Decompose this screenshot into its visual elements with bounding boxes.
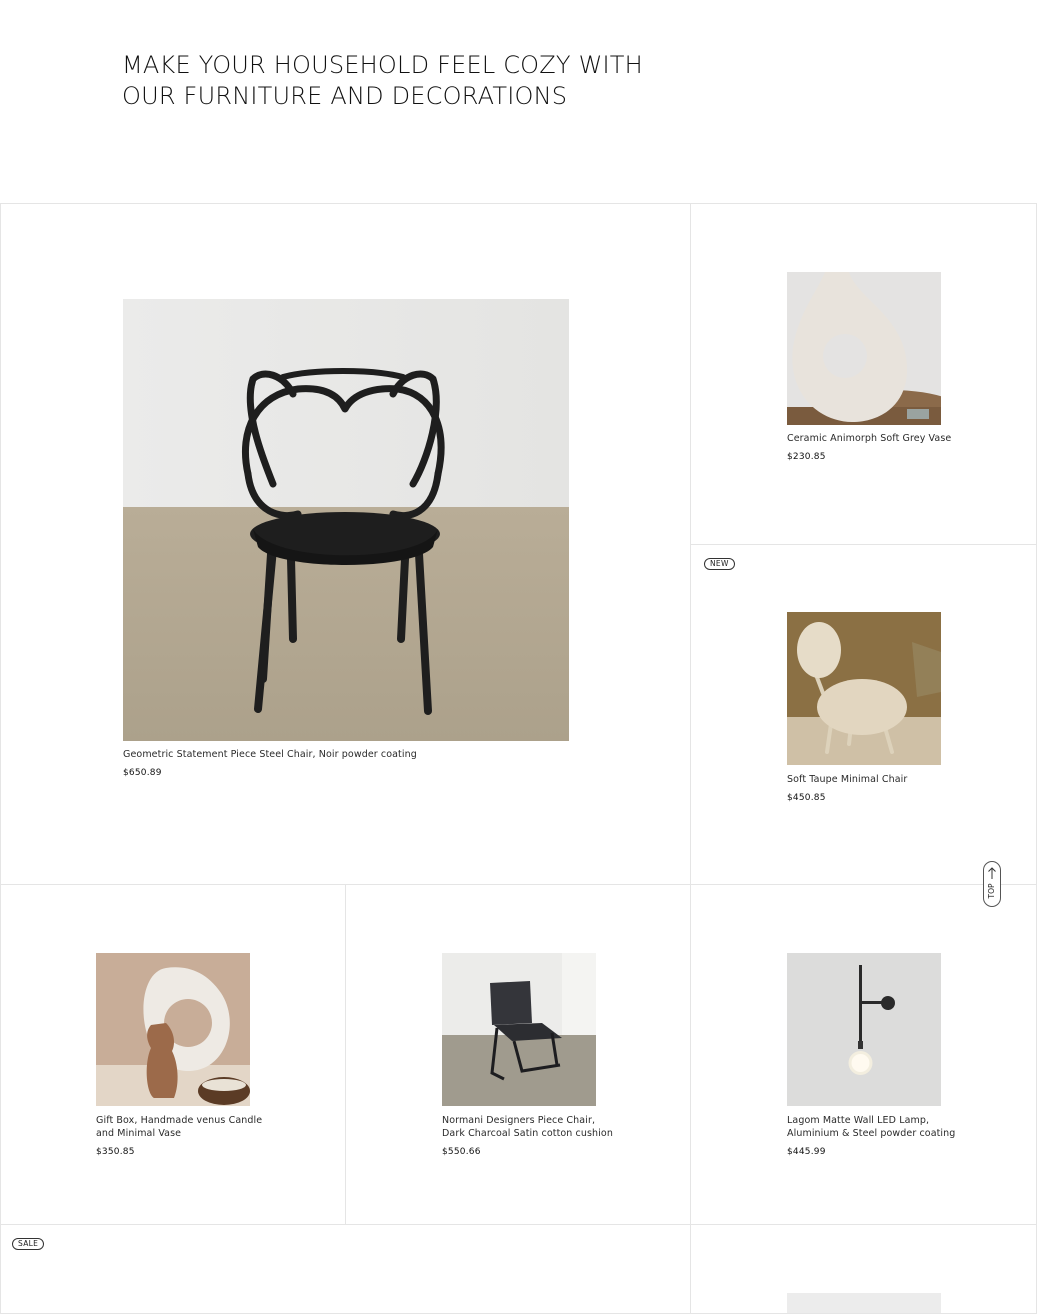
product-name[interactable]: Gift Box, Handmade venus Candle and Mini… [96, 1114, 316, 1140]
product-name[interactable]: Geometric Statement Piece Steel Chair, N… [123, 748, 563, 761]
product-card-taupe-chair[interactable]: NEW Soft Taupe Minimal Chair $450.85 [690, 544, 1037, 885]
product-name-line-2: Dark Charcoal Satin cotton cushion [442, 1128, 613, 1139]
product-name-line-1: Lagom Matte Wall LED Lamp, [787, 1115, 930, 1126]
product-grid: Geometric Statement Piece Steel Chair, N… [0, 0, 1037, 1314]
scroll-to-top-label: TOP [987, 883, 996, 899]
product-name-line-1: Gift Box, Handmade venus Candle [96, 1115, 263, 1126]
product-name[interactable]: Normani Designers Piece Chair, Dark Char… [442, 1114, 672, 1140]
new-badge: NEW [704, 558, 735, 570]
product-price: $450.85 [787, 793, 826, 803]
product-card-partial[interactable] [690, 1224, 1037, 1314]
product-image-wall-lamp[interactable] [787, 953, 941, 1106]
product-image-normani-chair[interactable] [442, 953, 596, 1106]
product-price: $350.85 [96, 1147, 135, 1157]
product-name-line-1: Normani Designers Piece Chair, [442, 1115, 596, 1126]
sale-badge: SALE [12, 1238, 45, 1250]
product-card-gift-box[interactable]: Gift Box, Handmade venus Candle and Mini… [0, 884, 346, 1225]
product-card-steel-chair[interactable]: Geometric Statement Piece Steel Chair, N… [0, 203, 691, 885]
product-card-vase[interactable]: Ceramic Animorph Soft Grey Vase $230.85 [690, 203, 1037, 545]
product-name[interactable]: Ceramic Animorph Soft Grey Vase [787, 432, 987, 445]
product-image-vase[interactable] [787, 272, 941, 425]
product-price: $550.66 [442, 1147, 481, 1157]
product-name[interactable]: Soft Taupe Minimal Chair [787, 773, 987, 786]
product-image-steel-chair[interactable] [123, 299, 569, 741]
product-price: $650.89 [123, 768, 162, 778]
product-price: $445.99 [787, 1147, 826, 1157]
product-image-gift-box[interactable] [96, 953, 250, 1106]
product-card-normani-chair[interactable]: Normani Designers Piece Chair, Dark Char… [345, 884, 691, 1225]
product-name-line-2: Aluminium & Steel powder coating [787, 1128, 956, 1139]
product-card-sale[interactable]: SALE [0, 1224, 691, 1314]
product-image-taupe-chair[interactable] [787, 612, 941, 765]
scroll-to-top-button[interactable]: TOP [983, 861, 1001, 907]
product-price: $230.85 [787, 452, 826, 462]
product-name[interactable]: Lagom Matte Wall LED Lamp, Aluminium & S… [787, 1114, 1017, 1140]
product-card-wall-lamp[interactable]: Lagom Matte Wall LED Lamp, Aluminium & S… [690, 884, 1037, 1225]
product-name-line-2: and Minimal Vase [96, 1128, 182, 1139]
product-image-partial[interactable] [787, 1293, 941, 1313]
